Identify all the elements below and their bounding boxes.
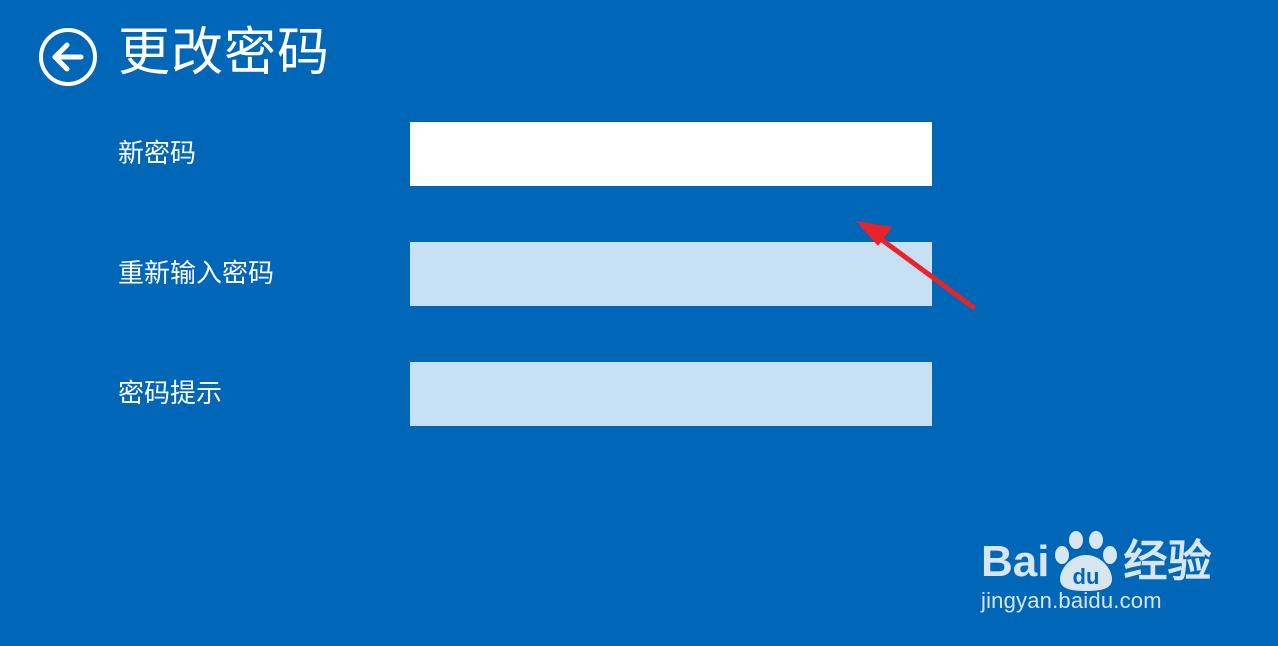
new-password-label: 新密码	[118, 139, 197, 169]
back-arrow-circle-icon	[39, 28, 97, 86]
back-button[interactable]	[38, 27, 98, 87]
page-title: 更改密码	[118, 23, 331, 83]
reenter-password-label: 重新输入密码	[118, 259, 275, 289]
baidu-jingyan-watermark: Bai du 经验 jingyan.baidu.com	[975, 505, 1225, 620]
reenter-password-input[interactable]	[410, 242, 932, 306]
baidu-logo: Bai du 经验	[981, 531, 1212, 591]
logo-paw-text: du	[1073, 564, 1100, 589]
logo-text-bai: Bai	[981, 537, 1050, 586]
password-hint-label: 密码提示	[118, 379, 223, 409]
logo-text-jingyan: 经验	[1123, 537, 1212, 586]
new-password-input[interactable]	[410, 122, 932, 186]
watermark-site: jingyan.baidu.com	[981, 588, 1162, 613]
paw-icon: du	[1055, 531, 1118, 591]
password-hint-input[interactable]	[410, 362, 932, 426]
